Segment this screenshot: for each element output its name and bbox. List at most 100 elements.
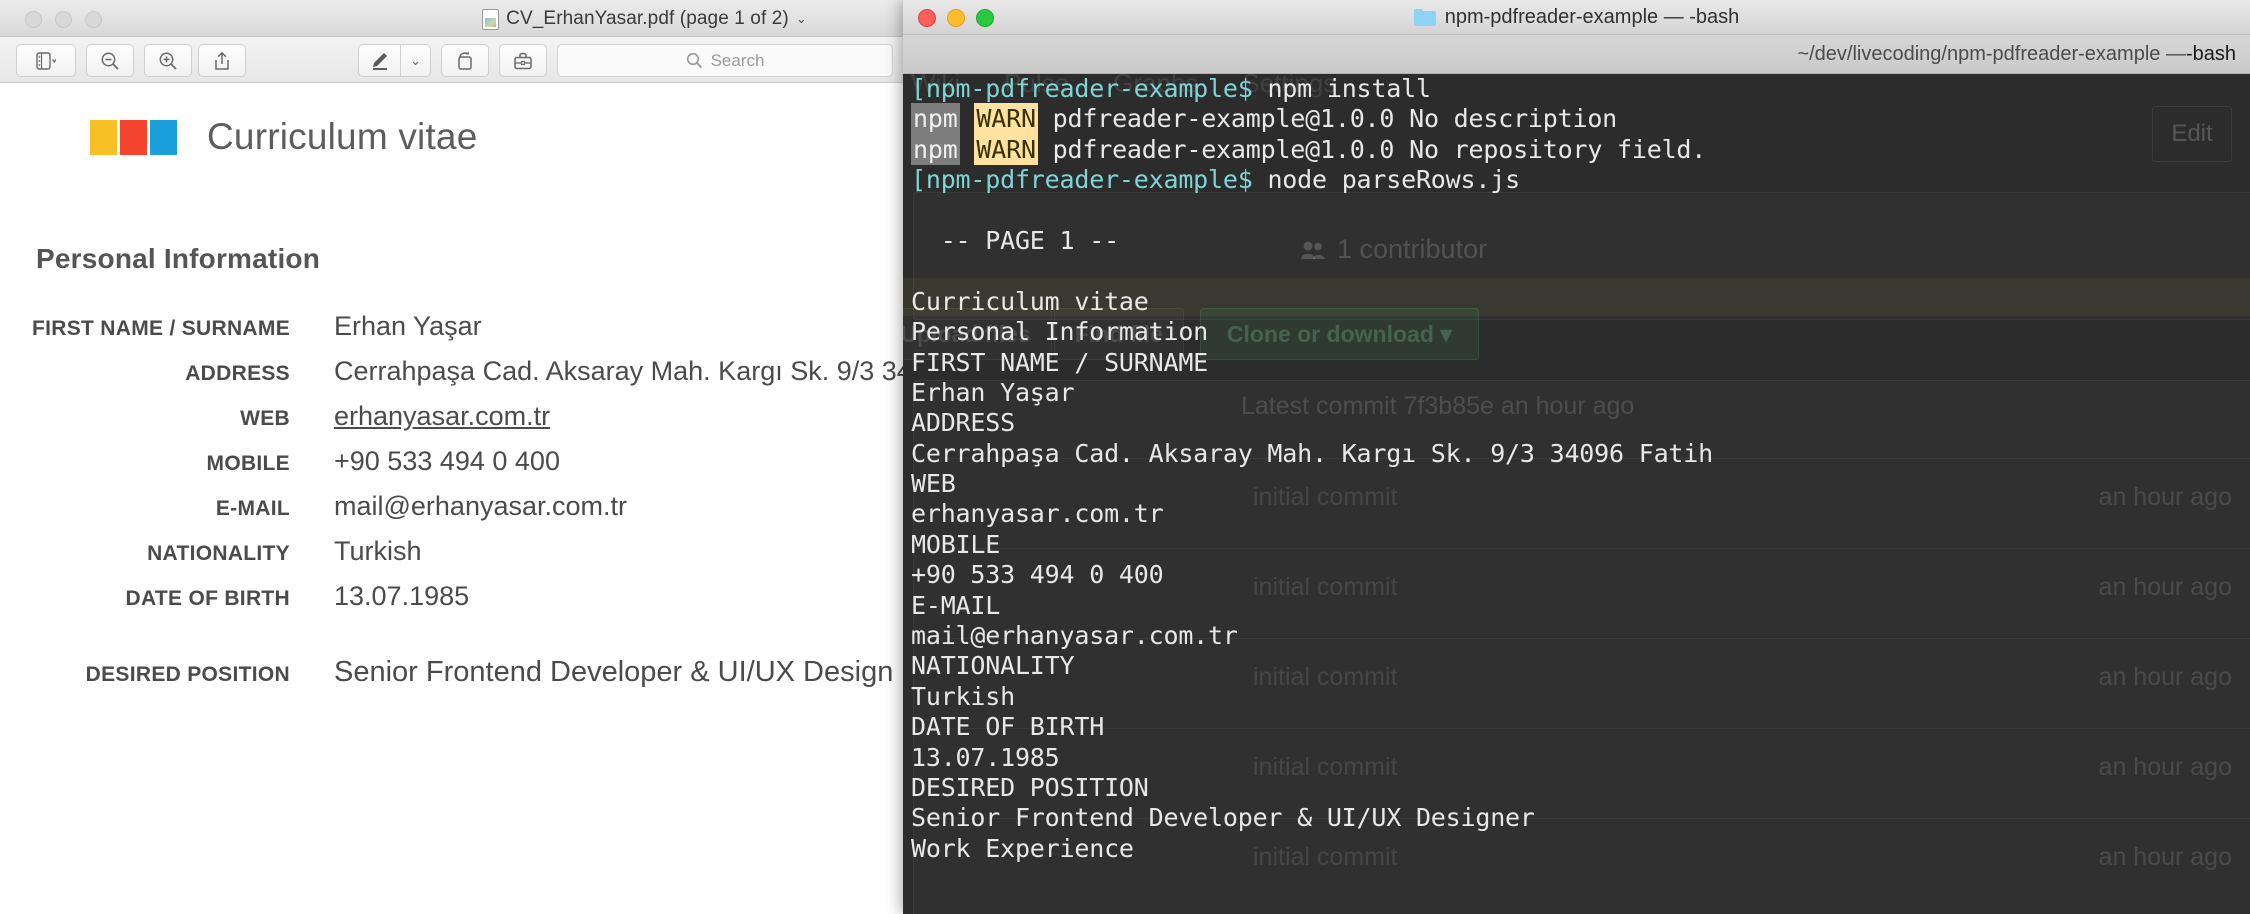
chevron-down-icon[interactable]: ⌄	[796, 11, 807, 27]
terminal-output-line: Personal Information	[911, 317, 2250, 347]
page-marker-text: -- PAGE 1 --	[911, 225, 1119, 255]
output-text: mail@erhanyasar.com.tr	[911, 621, 1238, 651]
markup-dropdown-button[interactable]: ⌄	[400, 44, 431, 77]
output-text: Turkish	[911, 681, 1015, 711]
terminal-output-line: Curriculum vitae	[911, 287, 2250, 317]
cv-field-link[interactable]: erhanyasar.com.tr	[334, 401, 550, 432]
sidebar-view-button[interactable]	[16, 44, 76, 77]
terminal-title: npm-pdfreader-example — -bash	[903, 6, 2250, 29]
terminal-output-line: ADDRESS	[911, 408, 2250, 438]
cv-field-label: NATIONALITY	[147, 542, 290, 565]
pdf-document-icon	[482, 8, 500, 30]
terminal-output-line: erhanyasar.com.tr	[911, 499, 2250, 529]
terminal-title-text: npm-pdfreader-example — -bash	[1444, 6, 1740, 28]
output-text: erhanyasar.com.tr	[911, 499, 1164, 529]
cv-logo-swatch-0	[90, 119, 117, 155]
zoom-out-button[interactable]	[86, 44, 134, 77]
cv-field-label: DESIRED POSITION	[85, 663, 290, 686]
terminal-output-line: Turkish	[911, 682, 2250, 712]
terminal-body[interactable]: Wiki Pulse Graphs Settings 0 releases 1 …	[903, 74, 2250, 914]
folder-icon	[1413, 9, 1436, 26]
terminal-window: npm-pdfreader-example — -bash ~/dev/live…	[903, 0, 2250, 914]
output-text: FIRST NAME / SURNAME	[911, 347, 1209, 377]
output-text: Work Experience	[911, 833, 1134, 863]
cv-field-value: 13.07.1985	[334, 581, 470, 611]
output-text: MOBILE	[911, 529, 1001, 559]
shell-prompt: [npm-pdfreader-example$	[911, 74, 1253, 103]
chevron-down-icon: ⌄	[410, 52, 421, 68]
warn-tag: WARN	[974, 103, 1038, 135]
markup-button[interactable]	[358, 44, 400, 77]
zoom-in-button[interactable]	[144, 44, 192, 77]
output-text: WEB	[911, 469, 956, 499]
output-text: NATIONALITY	[911, 651, 1075, 681]
cv-field-label: DATE OF BIRTH	[125, 587, 290, 610]
toolkit-button[interactable]	[499, 44, 547, 77]
terminal-output-line: E-MAIL	[911, 591, 2250, 621]
cv-title: Curriculum vitae	[207, 116, 478, 157]
terminal-titlebar: npm-pdfreader-example — -bash	[903, 0, 2250, 35]
output-text: Erhan Yaşar	[911, 377, 1075, 407]
terminal-command-line: [npm-pdfreader-example$ npm install	[911, 74, 2250, 104]
preview-title-text: CV_ErhanYasar.pdf (page 1 of 2)	[506, 8, 789, 29]
terminal-output-line: 13.07.1985	[911, 743, 2250, 773]
terminal-output-line: MOBILE	[911, 530, 2250, 560]
search-placeholder: Search	[710, 50, 765, 70]
command-text: npm install	[1252, 74, 1431, 103]
cv-field-value: Turkish	[334, 536, 422, 566]
terminal-path: ~/dev/livecoding/npm-pdfreader-example —	[1797, 42, 2186, 65]
terminal-output-line: +90 533 494 0 400	[911, 560, 2250, 590]
terminal-output-line: Erhan Yaşar	[911, 378, 2250, 408]
output-text: E-MAIL	[911, 590, 1001, 620]
terminal-output-line: DATE OF BIRTH	[911, 712, 2250, 742]
terminal-shell: -bash	[2185, 42, 2236, 65]
rotate-button[interactable]	[441, 44, 489, 77]
output-text: 13.07.1985	[911, 742, 1060, 772]
output-text: Cerrahpaşa Cad. Aksaray Mah. Kargı Sk. 9…	[911, 438, 1713, 468]
npm-tag: npm	[911, 103, 960, 135]
command-text: node parseRows.js	[1252, 165, 1520, 195]
terminal-output-line: FIRST NAME / SURNAME	[911, 348, 2250, 378]
terminal-output-line: WEB	[911, 469, 2250, 499]
cv-field-label: MOBILE	[206, 452, 290, 475]
warning-text: pdfreader-example@1.0.0 No repository fi…	[1037, 134, 1707, 164]
output-text: ADDRESS	[911, 408, 1015, 438]
terminal-output-line: Cerrahpaşa Cad. Aksaray Mah. Kargı Sk. 9…	[911, 439, 2250, 469]
terminal-output-line: Senior Frontend Developer & UI/UX Design…	[911, 803, 2250, 833]
warning-text: pdfreader-example@1.0.0 No description	[1037, 104, 1618, 134]
terminal-command-line: [npm-pdfreader-example$ node parseRows.j…	[911, 165, 2250, 195]
share-button[interactable]	[198, 44, 246, 77]
terminal-warning-line: npm WARN pdfreader-example@1.0.0 No repo…	[911, 133, 2250, 165]
cv-field-value: Senior Frontend Developer & UI/UX Design	[334, 656, 894, 688]
terminal-output-line: NATIONALITY	[911, 651, 2250, 681]
cv-field-label: WEB	[240, 407, 290, 430]
warn-tag: WARN	[974, 133, 1038, 165]
output-text: Personal Information	[911, 317, 1209, 347]
terminal-warning-line: npm WARN pdfreader-example@1.0.0 No desc…	[911, 103, 2250, 135]
cv-field-label: ADDRESS	[185, 362, 290, 385]
cv-field-value: Erhan Yaşar	[334, 311, 482, 341]
shell-prompt: [npm-pdfreader-example$	[911, 165, 1253, 195]
cv-logo-swatch-2	[150, 119, 177, 155]
cv-logo-swatch-1	[120, 119, 147, 155]
cv-field-value: mail@erhanyasar.com.tr	[334, 491, 628, 521]
cv-logo	[90, 119, 177, 155]
terminal-output-line: Work Experience	[911, 834, 2250, 864]
search-icon	[686, 52, 702, 69]
output-text: Curriculum vitae	[911, 286, 1149, 316]
search-input[interactable]: Search	[557, 44, 893, 77]
terminal-output-line: DESIRED POSITION	[911, 773, 2250, 803]
output-text: Senior Frontend Developer & UI/UX Design…	[911, 803, 1535, 833]
cv-field-label: E-MAIL	[215, 497, 290, 520]
output-text: +90 533 494 0 400	[911, 560, 1164, 590]
terminal-page-marker: -- PAGE 1 --	[911, 226, 2250, 256]
output-text: DATE OF BIRTH	[911, 712, 1105, 742]
screen: CV_ErhanYasar.pdf (page 1 of 2) ⌄ ⌄ Sear…	[0, 0, 2250, 914]
terminal-output: [npm-pdfreader-example$ npm install npm W…	[911, 74, 2250, 864]
output-text: DESIRED POSITION	[911, 772, 1149, 802]
npm-tag: npm	[911, 133, 960, 165]
